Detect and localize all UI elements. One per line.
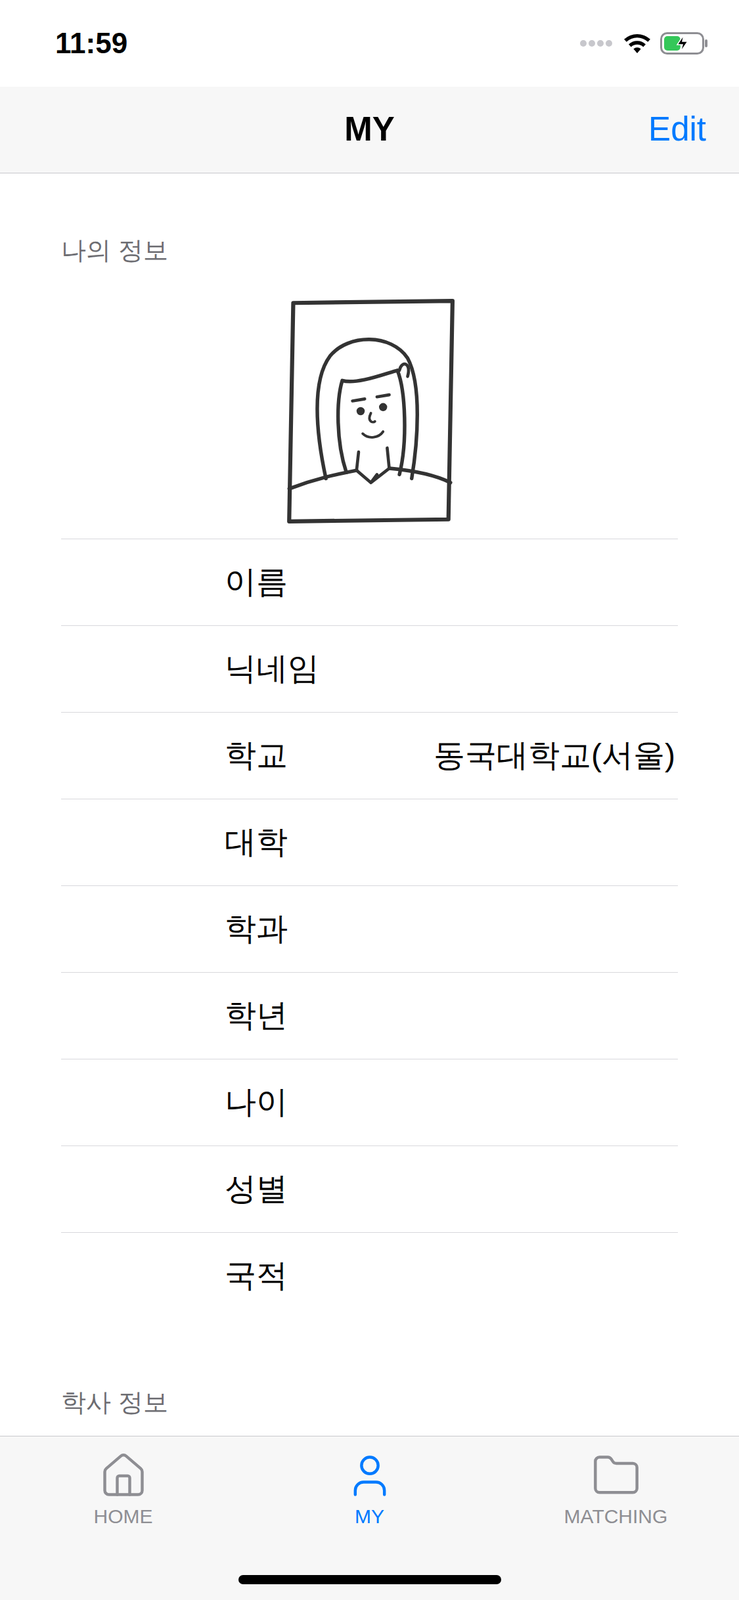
tab-icon — [98, 1451, 149, 1501]
info-row: 국적 — [61, 1232, 678, 1320]
app: 11:59 MY Edit 나의 정보이름닉네임학교동국대학교(서울) 대학학과학년나이… — [0, 0, 739, 1600]
info-row: 학년 — [61, 972, 678, 1059]
info-label: 학교 — [61, 731, 434, 780]
wifi-icon — [623, 32, 651, 54]
info-row: 성별 — [61, 1145, 678, 1233]
tab-item[interactable]: HOME — [0, 1451, 247, 1529]
tab-label: HOME — [93, 1504, 154, 1529]
section: 학사 정보 — [61, 1388, 678, 1419]
battery-icon — [660, 32, 709, 55]
edit-button[interactable]: Edit — [648, 104, 707, 156]
info-label: 국적 — [61, 1252, 434, 1300]
info-row: 이름 — [61, 538, 678, 626]
tab-item[interactable]: MY — [246, 1451, 493, 1529]
status-bar: 11:59 — [0, 0, 739, 87]
home-indicator — [238, 1575, 502, 1585]
tab-icon — [344, 1451, 395, 1501]
profile-photo-icon[interactable] — [285, 298, 455, 524]
tab-item[interactable]: MATCHING — [492, 1451, 739, 1529]
tab-bar: HOME MY MATCHING — [0, 1435, 739, 1600]
nav-bar: MY Edit — [0, 86, 739, 174]
status-time: 11:59 — [55, 21, 128, 66]
section-header: 나의 정보 — [61, 235, 678, 267]
info-row: 나이 — [61, 1058, 678, 1146]
info-label: 나이 — [61, 1078, 434, 1126]
tab-label: MATCHING — [564, 1504, 669, 1529]
profile-content: 나의 정보이름닉네임학교동국대학교(서울) 대학학과학년나이성별국적학사 정보 — [0, 173, 739, 1436]
info-label: 대학 — [61, 818, 434, 866]
section: 나의 정보이름닉네임학교동국대학교(서울) 대학학과학년나이성별국적 — [61, 235, 678, 1320]
signal-icon — [578, 38, 615, 49]
info-value: 동국대학교(서울) — [433, 731, 678, 780]
info-label: 성별 — [61, 1165, 434, 1213]
tab-label: MY — [354, 1504, 385, 1529]
info-label: 학과 — [61, 905, 434, 953]
info-row: 학과 — [61, 885, 678, 973]
info-label: 이름 — [61, 558, 434, 606]
info-label: 학년 — [61, 991, 434, 1040]
info-row: 닉네임 — [61, 625, 678, 713]
section-header: 학사 정보 — [61, 1388, 678, 1419]
info-row: 대학 — [61, 798, 678, 886]
tab-icon — [591, 1451, 642, 1501]
info-label: 닉네임 — [61, 645, 434, 693]
nav-title: MY — [344, 104, 395, 156]
info-row: 학교동국대학교(서울) — [61, 712, 678, 799]
